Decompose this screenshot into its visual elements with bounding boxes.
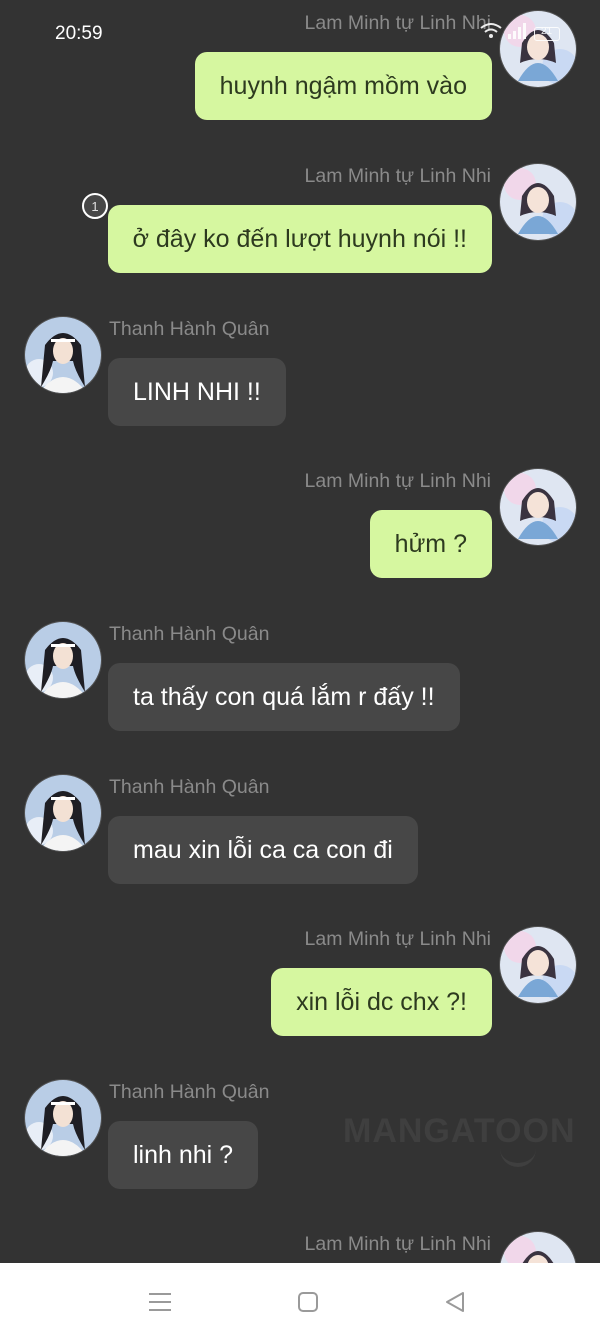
message-bubble[interactable]: xin lỗi dc chx ?! bbox=[271, 968, 492, 1036]
message-bubble[interactable]: LINH NHI !! bbox=[108, 358, 286, 426]
battery-icon: 21 bbox=[534, 25, 560, 41]
wifi-icon bbox=[480, 22, 502, 45]
avatar[interactable] bbox=[24, 316, 102, 394]
back-icon[interactable] bbox=[438, 1285, 472, 1319]
sender-name: Lam Minh tự Linh Nhi bbox=[304, 470, 491, 492]
reply-count-badge[interactable]: 1 bbox=[82, 193, 108, 219]
chat-area[interactable]: Lam Minh tự Linh Nhi huynh ngậm mồm vào … bbox=[0, 0, 600, 1263]
home-icon[interactable] bbox=[291, 1285, 325, 1319]
status-time: 20:59 bbox=[55, 23, 103, 44]
watermark: MANGATOON bbox=[343, 1112, 576, 1150]
avatar[interactable] bbox=[24, 774, 102, 852]
message-bubble[interactable]: ở đây ko đến lượt huynh nói !! bbox=[107, 205, 492, 273]
avatar[interactable] bbox=[24, 1079, 102, 1157]
status-icons: 21 bbox=[480, 22, 560, 45]
sender-name: Lam Minh tự Linh Nhi bbox=[304, 1233, 491, 1255]
avatar[interactable] bbox=[499, 926, 577, 1004]
avatar[interactable] bbox=[499, 468, 577, 546]
message-bubble[interactable]: huynh ngậm mồm vào bbox=[194, 52, 492, 120]
sender-name: Thanh Hành Quân bbox=[109, 623, 270, 645]
sender-name: Thanh Hành Quân bbox=[109, 776, 270, 798]
message-bubble[interactable]: hửm ? bbox=[369, 510, 492, 578]
message-bubble[interactable]: linh nhi ? bbox=[108, 1121, 259, 1189]
sender-name: Thanh Hành Quân bbox=[109, 1081, 270, 1103]
avatar[interactable] bbox=[499, 163, 577, 241]
avatar[interactable] bbox=[24, 621, 102, 699]
navigation-bar bbox=[0, 1263, 600, 1337]
sender-name: Lam Minh tự Linh Nhi bbox=[304, 928, 491, 950]
avatar[interactable] bbox=[499, 1231, 577, 1263]
message-bubble[interactable]: mau xin lỗi ca ca con đi bbox=[108, 816, 418, 884]
sender-name: Lam Minh tự Linh Nhi bbox=[304, 12, 491, 34]
menu-icon[interactable] bbox=[143, 1285, 177, 1319]
sender-name: Thanh Hành Quân bbox=[109, 318, 270, 340]
sender-name: Lam Minh tự Linh Nhi bbox=[304, 165, 491, 187]
watermark-logo bbox=[500, 1147, 536, 1167]
battery-level: 21 bbox=[540, 25, 553, 37]
message-bubble[interactable]: ta thấy con quá lắm r đấy !! bbox=[108, 663, 460, 731]
signal-icon bbox=[508, 23, 528, 44]
